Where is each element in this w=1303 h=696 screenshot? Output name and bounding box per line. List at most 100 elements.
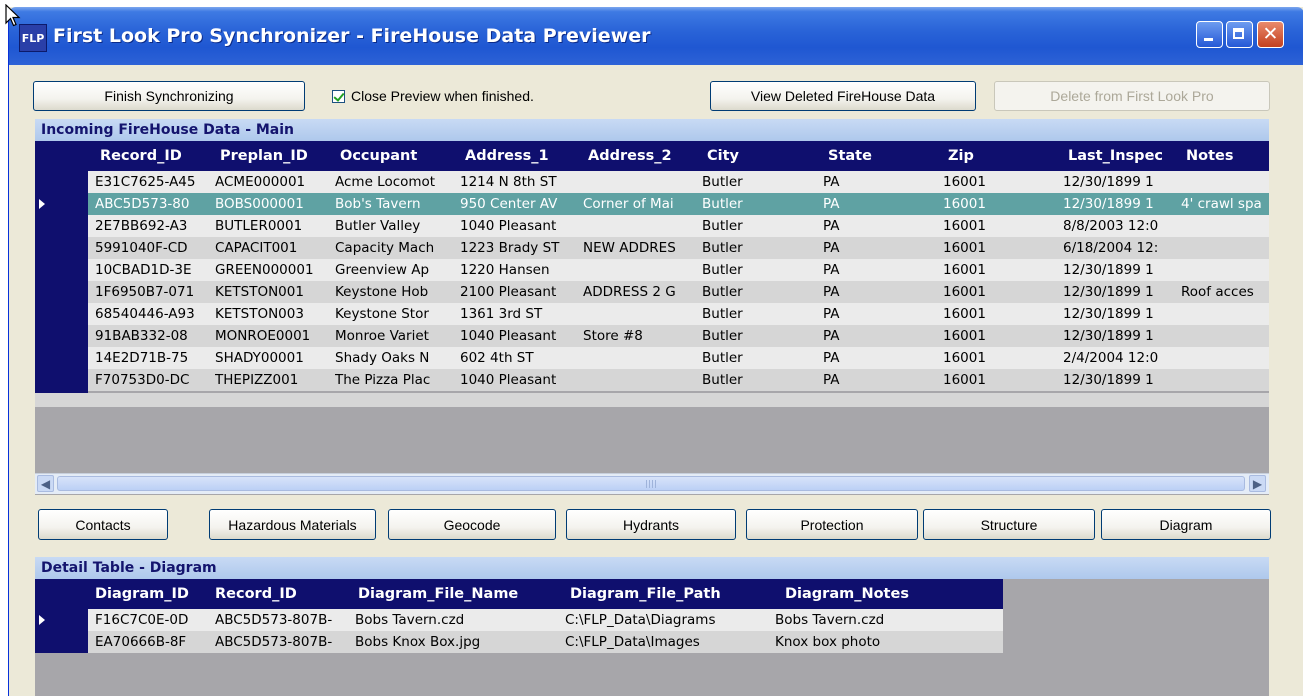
table-cell: Keystone Stor (335, 306, 429, 322)
table-cell: Acme Locomot (335, 174, 436, 190)
scroll-left-icon[interactable]: ◀ (37, 475, 54, 492)
detail-grid-panel: Detail Table - Diagram Diagram_ID Record_… (35, 557, 1269, 696)
table-cell: Monroe Variet (335, 328, 429, 344)
table-row[interactable]: 5991040F-CD CAPACIT001 Capacity Mach 1223 B… (88, 237, 1269, 259)
close-preview-option[interactable]: Close Preview when finished. (332, 85, 534, 107)
table-cell: Bobs Tavern.czd (775, 612, 885, 628)
title-bar[interactable]: FLP First Look Pro Synchronizer - FireHo… (9, 7, 1303, 65)
table-cell (1181, 369, 1269, 391)
diagram-button[interactable]: Diagram (1101, 509, 1271, 540)
maximize-button[interactable] (1226, 21, 1253, 48)
view-deleted-data-button[interactable]: View Deleted FireHouse Data (710, 81, 976, 111)
detail-column-header[interactable]: Diagram_File_Name (358, 579, 568, 609)
close-preview-checkbox[interactable] (332, 89, 345, 103)
hazardous-materials-button[interactable]: Hazardous Materials (209, 509, 376, 540)
scrollbar-thumb[interactable] (57, 476, 1245, 491)
main-column-header[interactable]: Last_Inspec (1068, 141, 1186, 171)
table-cell (1181, 325, 1269, 347)
geocode-button[interactable]: Geocode (388, 509, 556, 540)
table-row[interactable]: F16C7C0E-0D ABC5D573-807B- Bobs Tavern.czd… (88, 609, 1003, 631)
table-cell: GREEN000001 (215, 262, 314, 278)
main-column-header[interactable]: State (828, 141, 948, 171)
main-column-header[interactable]: City (707, 141, 828, 171)
table-cell: F70753D0-DC (95, 372, 190, 388)
detail-column-header[interactable]: Diagram_ID (95, 579, 215, 609)
table-cell: 16001 (943, 306, 986, 322)
detail-grid-header: Diagram_ID Record_ID Diagram_File_Name Diag… (88, 579, 1003, 609)
main-column-header[interactable]: Address_1 (465, 141, 588, 171)
protection-button[interactable]: Protection (746, 509, 918, 540)
detail-column-header[interactable]: Diagram_File_Path (570, 579, 780, 609)
table-cell: 950 Center AV (460, 196, 558, 212)
table-cell: 91BAB332-08 (95, 328, 188, 344)
main-column-header[interactable]: Address_2 (588, 141, 707, 171)
table-cell: KETSTON003 (215, 306, 304, 322)
main-column-header[interactable]: Preplan_ID (220, 141, 340, 171)
table-cell: 1040 Pleasant (460, 218, 557, 234)
table-cell: 16001 (943, 218, 986, 234)
contacts-button[interactable]: Contacts (38, 509, 168, 540)
table-cell: NEW ADDRES (583, 240, 676, 256)
table-cell: 16001 (943, 174, 986, 190)
main-column-header[interactable]: Notes (1186, 141, 1274, 171)
table-row[interactable]: 68540446-A93 KETSTON003 Keystone Stor 1361 … (88, 303, 1269, 325)
table-cell: Bob's Tavern (335, 196, 421, 212)
main-column-header[interactable]: Occupant (340, 141, 465, 171)
close-button[interactable]: ✕ (1257, 21, 1284, 48)
table-cell: 1220 Hansen (460, 262, 550, 278)
table-cell: 12/30/1899 1 (1063, 284, 1154, 300)
detail-column-header[interactable]: Diagram_Notes (785, 579, 995, 609)
minimize-button[interactable] (1196, 21, 1223, 48)
table-cell: Capacity Mach (335, 240, 435, 256)
table-row[interactable]: EA70666B-8F ABC5D573-807B- Bobs Knox Box.j… (88, 631, 1003, 653)
table-cell: PA (823, 306, 840, 322)
window-body: Finish Synchronizing Close Preview when … (9, 65, 1303, 696)
table-cell (1181, 171, 1269, 193)
table-cell: Butler (702, 284, 743, 300)
table-row[interactable]: 14E2D71B-75 SHADY00001 Shady Oaks N 602 4th… (88, 347, 1269, 369)
table-row[interactable]: ABC5D573-80 BOBS000001 Bob's Tavern 950 Cen… (88, 193, 1269, 215)
main-column-header[interactable]: Record_ID (100, 141, 220, 171)
table-cell: BOBS000001 (215, 196, 304, 212)
window-title: First Look Pro Synchronizer - FireHouse … (53, 25, 651, 47)
table-cell (583, 369, 702, 391)
scrollbar-grip-icon (646, 480, 656, 488)
table-cell: Roof acces (1181, 284, 1254, 300)
table-cell: 1040 Pleasant (460, 328, 557, 344)
detail-column-header[interactable]: Record_ID (215, 579, 355, 609)
main-horizontal-scrollbar[interactable]: ◀ ▶ (35, 473, 1269, 494)
scroll-right-icon[interactable]: ▶ (1249, 475, 1266, 492)
table-cell: 16001 (943, 240, 986, 256)
table-cell: Greenview Ap (335, 262, 430, 278)
hydrants-button[interactable]: Hydrants (566, 509, 736, 540)
table-cell: EA70666B-8F (95, 634, 187, 650)
table-cell: PA (823, 196, 840, 212)
table-row[interactable]: 1F6950B7-071 KETSTON001 Keystone Hob 2100 P… (88, 281, 1269, 303)
delete-from-flp-button[interactable]: Delete from First Look Pro (994, 81, 1270, 111)
table-cell: PA (823, 350, 840, 366)
table-cell: E31C7625-A45 (95, 174, 196, 190)
close-icon: ✕ (1262, 23, 1279, 45)
table-row[interactable]: F70753D0-DC THEPIZZ001 The Pizza Plac 1040 … (88, 369, 1269, 391)
table-row[interactable]: 91BAB332-08 MONROE0001 Monroe Variet 1040 P… (88, 325, 1269, 347)
finish-synchronizing-button[interactable]: Finish Synchronizing (33, 81, 305, 111)
table-cell: 10CBAD1D-3E (95, 262, 192, 278)
table-cell: The Pizza Plac (335, 372, 431, 388)
table-row[interactable]: 2E7BB692-A3 BUTLER0001 Butler Valley 1040 P… (88, 215, 1269, 237)
table-cell (583, 347, 702, 369)
table-cell: 16001 (943, 262, 986, 278)
table-cell: ABC5D573-807B- (215, 612, 333, 628)
table-cell: 602 4th ST (460, 350, 534, 366)
structure-button[interactable]: Structure (923, 509, 1095, 540)
table-row[interactable]: 10CBAD1D-3E GREEN000001 Greenview Ap 1220 H… (88, 259, 1269, 281)
main-row-selector-column[interactable] (35, 141, 88, 393)
table-cell: 1223 Brady ST (460, 240, 560, 256)
table-cell: MONROE0001 (215, 328, 311, 344)
table-cell: PA (823, 372, 840, 388)
table-cell: 12/30/1899 1 (1063, 196, 1154, 212)
table-cell (583, 171, 702, 193)
main-column-header[interactable]: Zip (948, 141, 1068, 171)
table-cell: 16001 (943, 350, 986, 366)
table-cell: C:\FLP_Data\Diagrams (565, 612, 716, 628)
table-row[interactable]: E31C7625-A45 ACME000001 Acme Locomot 1214 N… (88, 171, 1269, 193)
